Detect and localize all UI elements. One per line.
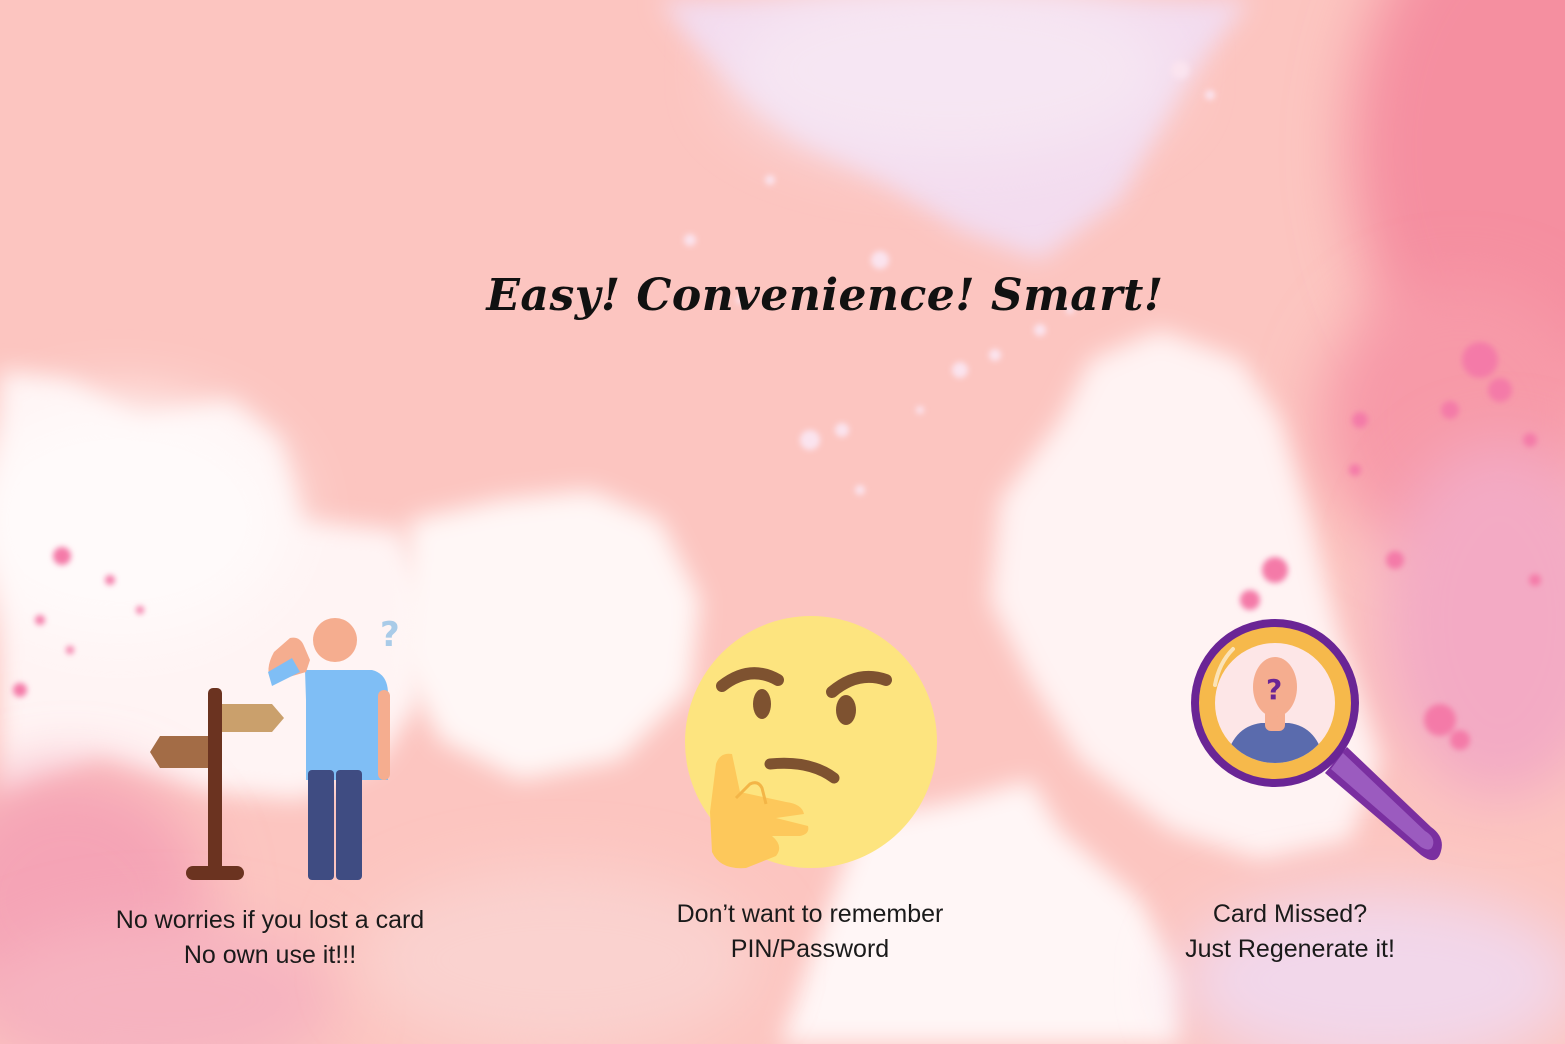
confused-person-signpost-icon: ? — [140, 610, 410, 885]
caption-line: Card Missed? — [1212, 900, 1368, 928]
caption-line: No own use it!!! — [183, 941, 357, 969]
caption-line: PIN/Password — [730, 935, 890, 963]
magnifier-question-person-icon: ? — [1185, 615, 1450, 875]
caption-line: No worries if you lost a card — [115, 906, 425, 934]
svg-text:?: ? — [380, 615, 400, 655]
thinking-face-icon — [680, 612, 942, 874]
svg-text:?: ? — [1266, 673, 1282, 706]
feature-caption-no-pin: Don’t want to remember PIN/Password — [620, 897, 1000, 967]
watercolor-background — [0, 0, 1565, 1044]
caption-line: Just Regenerate it! — [1185, 935, 1395, 963]
feature-caption-regenerate: Card Missed? Just Regenerate it! — [1105, 897, 1475, 967]
caption-line: Don’t want to remember — [676, 900, 944, 928]
feature-caption-lost-card: No worries if you lost a card No own use… — [80, 903, 460, 973]
headline: Easy! Convenience! Smart! — [486, 270, 1164, 321]
